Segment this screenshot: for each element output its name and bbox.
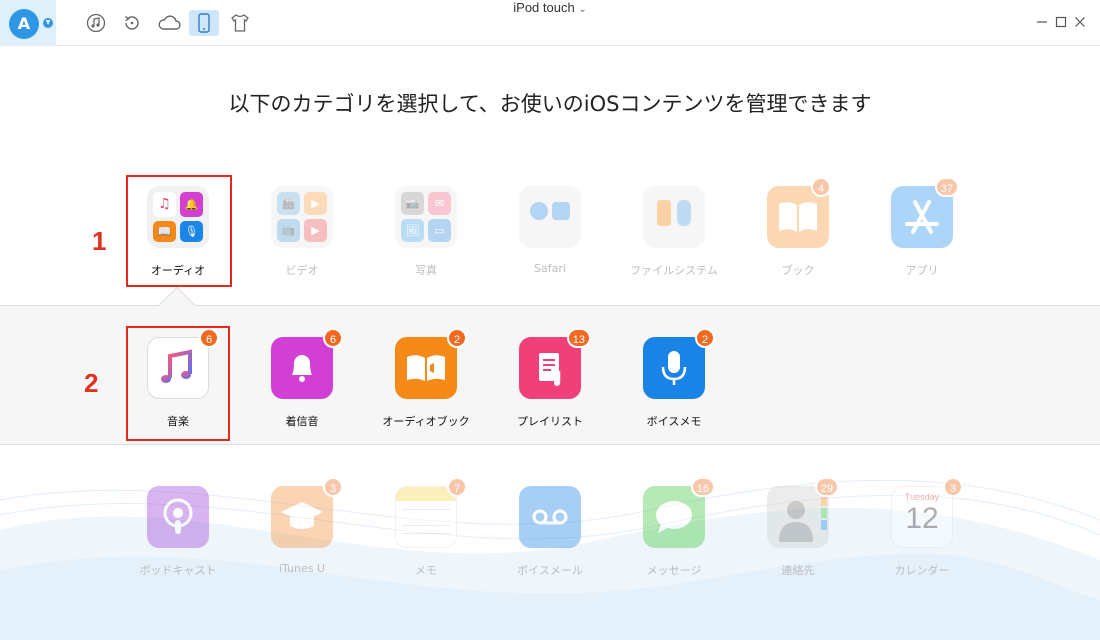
voicemail-icon <box>519 486 581 548</box>
calendar-icon: Tuesday 12 <box>891 486 953 548</box>
minimize-button[interactable] <box>1034 14 1050 30</box>
item-label: ボイスメール <box>517 564 583 577</box>
audio-item-label: 着信音 <box>285 415 319 428</box>
item-itunes-u[interactable]: 3 iTunes U <box>247 477 357 575</box>
page-heading: 以下のカテゴリを選択して、お使いのiOSコンテンツを管理できます <box>228 92 872 116</box>
graduation-cap-icon <box>271 486 333 548</box>
safari-category-icon <box>519 186 581 248</box>
restore-icon[interactable] <box>120 11 144 35</box>
count-badge: 2 <box>447 328 467 348</box>
item-messages[interactable]: 16 メッセージ <box>619 477 729 578</box>
item-notes[interactable]: 7 メモ <box>371 477 481 578</box>
maximize-button[interactable] <box>1053 14 1069 30</box>
item-voicemail[interactable]: ボイスメール <box>495 486 605 578</box>
shirt-icon[interactable] <box>228 11 252 35</box>
app-logo-menu[interactable]: A ▼ <box>0 0 56 46</box>
chevron-down-icon: ▼ <box>43 18 53 28</box>
count-badge: 37 <box>934 177 959 197</box>
item-label: カレンダー <box>894 564 950 577</box>
audio-item-ringtones[interactable]: 6 着信音 <box>247 328 357 429</box>
category-safari[interactable]: Safari <box>495 186 605 275</box>
category-photos[interactable]: 📷 ✉ 🖼 ▭ 写真 <box>371 186 481 278</box>
notes-icon <box>395 486 457 548</box>
calendar-day: 12 <box>905 502 939 535</box>
bell-icon <box>271 337 333 399</box>
app-logo-icon: A <box>9 9 39 39</box>
highlight-box-music <box>126 326 230 441</box>
chevron-down-icon: ⌄ <box>578 4 587 15</box>
item-podcasts[interactable]: ポッドキャスト <box>123 486 233 578</box>
item-label: 連絡先 <box>781 564 815 577</box>
audio-item-label: オーディオブック <box>382 415 470 428</box>
count-badge: 3 <box>943 477 963 497</box>
count-badge: 7 <box>447 477 467 497</box>
audiobook-icon <box>395 337 457 399</box>
title-bar: A ▼ iPod touch ⌄ <box>0 0 1100 46</box>
category-label: ビデオ <box>285 264 319 277</box>
audio-item-audiobooks[interactable]: 2 オーディオブック <box>371 328 481 429</box>
count-badge: 3 <box>323 477 343 497</box>
category-label: 写真 <box>415 264 437 277</box>
filesystem-category-icon <box>643 186 705 248</box>
count-badge: 13 <box>566 328 591 348</box>
category-label: ファイルシステム <box>630 264 718 277</box>
category-label: ブック <box>781 264 815 277</box>
app-window: A ▼ iPod touch ⌄ 以下のカテゴリを選択して、お使いのiOSコンテ… <box>0 0 1100 640</box>
step-number: 2 <box>84 368 99 398</box>
audio-item-voice-memos[interactable]: 2 ボイスメモ <box>619 328 729 429</box>
count-badge: 6 <box>323 328 343 348</box>
highlight-box-audio <box>126 175 232 287</box>
item-label: ポッドキャスト <box>139 564 217 577</box>
item-calendar[interactable]: Tuesday 12 3 カレンダー <box>867 477 977 578</box>
count-badge: 16 <box>690 477 715 497</box>
video-category-icon: 🎬 ▶ 📺 ▶ <box>271 186 333 248</box>
category-label: アプリ <box>905 264 939 277</box>
podcast-icon <box>147 486 209 548</box>
count-badge: 4 <box>811 177 831 197</box>
item-contacts[interactable]: 29 連絡先 <box>743 477 853 578</box>
device-selector[interactable]: iPod touch ⌄ <box>513 0 586 15</box>
device-icon[interactable] <box>189 10 219 36</box>
item-label: メモ <box>415 564 437 577</box>
count-badge: 2 <box>695 328 715 348</box>
audio-item-playlists[interactable]: 13 プレイリスト <box>495 328 605 429</box>
category-label: Safari <box>534 262 566 275</box>
item-label: メッセージ <box>646 564 702 577</box>
photos-category-icon: 📷 ✉ 🖼 ▭ <box>395 186 457 248</box>
cloud-icon[interactable] <box>155 11 183 35</box>
close-button[interactable] <box>1072 14 1088 30</box>
category-video[interactable]: 🎬 ▶ 📺 ▶ ビデオ <box>247 186 357 278</box>
count-badge: 29 <box>814 477 839 497</box>
audio-item-label: プレイリスト <box>517 415 583 428</box>
step-number: 1 <box>92 226 107 256</box>
category-apps[interactable]: 37 アプリ <box>867 177 977 278</box>
music-note-icon[interactable] <box>84 11 108 35</box>
device-name: iPod touch <box>513 0 575 15</box>
microphone-icon <box>643 337 705 399</box>
category-filesystem[interactable]: ファイルシステム <box>619 186 729 278</box>
item-label: iTunes U <box>278 562 326 575</box>
audio-item-label: ボイスメモ <box>646 415 702 428</box>
category-books[interactable]: 4 ブック <box>743 177 853 278</box>
